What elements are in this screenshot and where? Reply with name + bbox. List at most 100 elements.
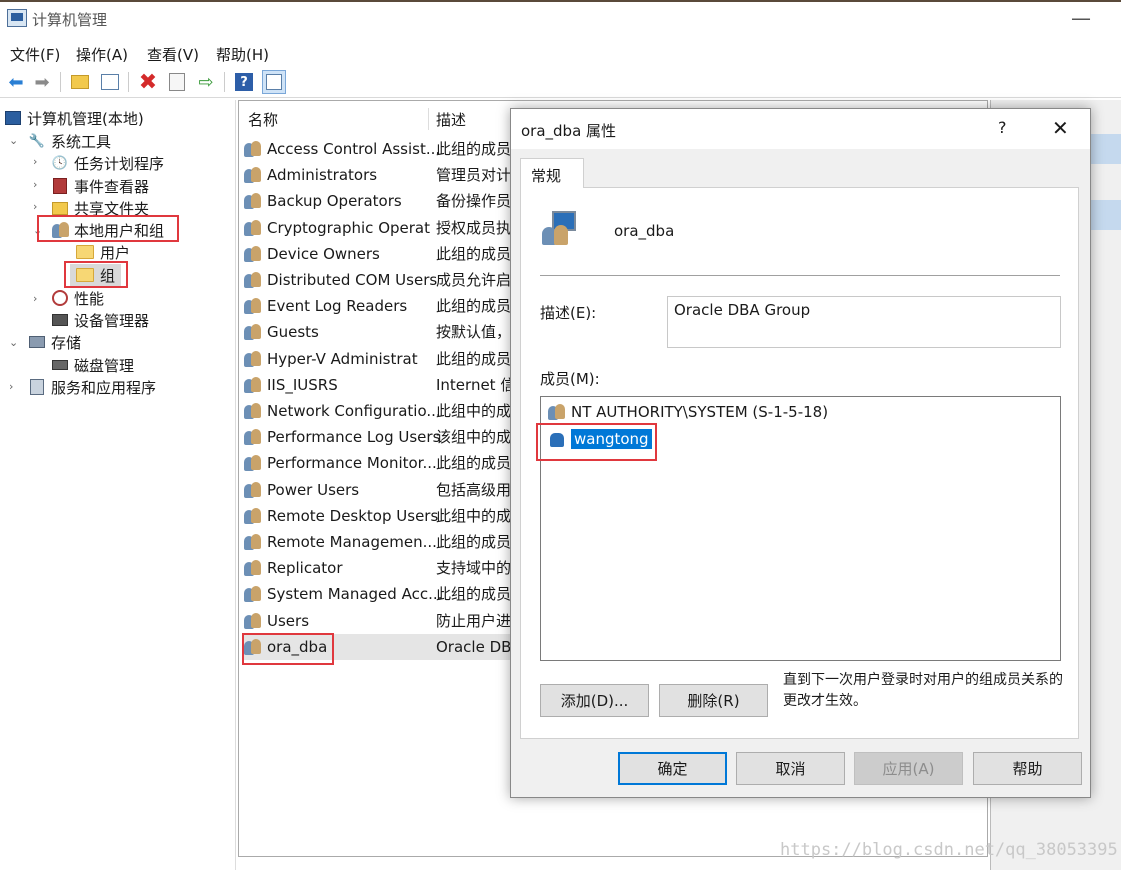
tree-item-disk-management[interactable]: 磁盘管理 — [51, 354, 134, 376]
computer-management-icon — [7, 9, 27, 27]
toolbar: ⬅ ➡ ✖ ⇨ ? — [0, 66, 1121, 98]
device-manager-icon — [51, 311, 69, 329]
group-name-cell: Guests — [267, 323, 319, 342]
description-field[interactable]: Oracle DBA Group — [667, 296, 1061, 348]
help-icon[interactable]: ? — [232, 70, 256, 94]
column-header-name[interactable]: 名称 — [248, 104, 278, 134]
group-name-cell: Replicator — [267, 559, 343, 578]
member-label: NT AUTHORITY\SYSTEM (S-1-5-18) — [571, 403, 829, 421]
chevron-right-icon[interactable]: › — [33, 292, 37, 305]
remove-button[interactable]: 删除(R) — [659, 684, 768, 717]
group-name-cell: Event Log Readers — [267, 297, 408, 316]
tree-label: 任务计划程序 — [74, 154, 165, 173]
group-icon — [243, 349, 263, 369]
group-name-cell: System Managed Acc... — [267, 585, 443, 604]
event-log-icon — [51, 177, 69, 195]
group-desc-cell: 该组中的成 — [436, 428, 510, 447]
dialog-help-button[interactable]: ? — [998, 118, 1007, 137]
group-name-cell: Performance Monitor... — [267, 454, 437, 473]
group-name-cell: Device Owners — [267, 244, 380, 263]
highlight-box — [242, 633, 334, 665]
ok-button[interactable]: 确定 — [618, 752, 727, 785]
tree-item-storage[interactable]: 存储 — [28, 331, 81, 353]
chevron-right-icon[interactable]: › — [9, 380, 13, 393]
watermark: https://blog.csdn.net/qq_38053395 — [780, 840, 1118, 860]
menu-file[interactable]: 文件(F) — [10, 44, 60, 65]
tree-label: 用户 — [100, 243, 131, 262]
up-folder-icon[interactable] — [68, 70, 92, 94]
column-header-desc[interactable]: 描述 — [436, 104, 466, 134]
group-desc-cell: 此组的成员 — [436, 244, 510, 263]
group-name-cell: Cryptographic Operat — [267, 218, 430, 237]
group-name-cell: Access Control Assist... — [267, 140, 441, 158]
group-icon — [243, 611, 263, 631]
menu-bar: 文件(F) 操作(A) 查看(V) 帮助(H) — [0, 38, 1121, 66]
tree-item-performance[interactable]: 性能 — [51, 287, 104, 309]
tree-item-task-scheduler[interactable]: 🕓 任务计划程序 — [51, 152, 164, 174]
group-name-cell: Remote Managemen... — [267, 533, 437, 551]
tree-item-services-apps[interactable]: 服务和应用程序 — [28, 376, 156, 398]
tree-item-device-manager[interactable]: 设备管理器 — [51, 309, 149, 331]
chevron-right-icon[interactable]: › — [33, 200, 37, 213]
tree-item-root[interactable]: 计算机管理(本地) — [4, 107, 144, 129]
group-icon — [243, 165, 263, 185]
tree-item-users[interactable]: 用户 — [76, 241, 130, 263]
group-desc-cell: 此组的成员 — [436, 533, 510, 551]
menu-action[interactable]: 操作(A) — [76, 44, 128, 65]
services-icon — [28, 378, 46, 396]
tree-item-event-viewer[interactable]: 事件查看器 — [51, 175, 149, 197]
tab-general[interactable]: 常规 — [520, 158, 584, 188]
group-name-cell: Hyper-V Administrat — [267, 349, 418, 368]
group-icon — [243, 296, 263, 316]
chevron-right-icon[interactable]: › — [33, 178, 37, 191]
minimize-button[interactable]: — — [1064, 3, 1098, 33]
toolbar-separator — [60, 72, 61, 92]
highlight-box — [536, 423, 657, 461]
export-icon[interactable]: ⇨ — [194, 70, 218, 94]
group-name-cell: Administrators — [267, 166, 378, 185]
group-icon — [243, 480, 263, 500]
dialog-title: ora_dba 属性 — [521, 122, 617, 140]
group-desc-cell: 支持域中的 — [436, 559, 510, 578]
group-icon — [243, 375, 263, 395]
computer-icon — [4, 109, 22, 127]
divider — [540, 275, 1060, 276]
forward-arrow-icon[interactable]: ➡ — [30, 70, 54, 94]
chevron-right-icon[interactable]: › — [33, 155, 37, 168]
group-desc-cell: 此组的成员 — [436, 349, 510, 368]
group-desc-cell: 此组的成员 — [436, 297, 510, 316]
group-desc-cell: 此组的成员 — [436, 140, 510, 158]
menu-view[interactable]: 查看(V) — [147, 44, 199, 65]
group-desc-cell: 此组的成员 — [436, 585, 510, 604]
chevron-down-icon[interactable]: ⌄ — [9, 336, 18, 349]
member-item[interactable]: NT AUTHORITY\SYSTEM (S-1-5-18) — [547, 401, 828, 423]
cancel-button[interactable]: 取消 — [736, 752, 845, 785]
menu-help[interactable]: 帮助(H) — [216, 44, 269, 65]
add-button[interactable]: 添加(D)... — [540, 684, 649, 717]
tools-icon: 🔧 — [28, 133, 46, 149]
dialog-close-button[interactable]: ✕ — [1052, 116, 1069, 140]
column-divider — [428, 108, 429, 130]
tree-label: 存储 — [51, 333, 82, 352]
group-icon — [243, 401, 263, 421]
group-icon — [547, 402, 567, 422]
delete-icon[interactable]: ✖ — [136, 70, 160, 95]
group-desc-cell: Internet 信 — [436, 375, 510, 394]
group-icon — [243, 453, 263, 473]
show-hide-action-icon[interactable] — [262, 70, 286, 94]
show-hide-tree-icon[interactable] — [98, 70, 122, 94]
help-button[interactable]: 帮助 — [973, 752, 1082, 785]
back-arrow-icon[interactable]: ⬅ — [4, 70, 28, 94]
folder-icon — [76, 245, 94, 259]
description-label: 描述(E): — [540, 304, 597, 322]
toolbar-separator — [224, 72, 225, 92]
tree-item-system-tools[interactable]: 🔧 系统工具 — [28, 130, 111, 152]
group-desc-cell: 此组中的成 — [436, 506, 510, 525]
group-desc-cell: 此组中的成 — [436, 402, 510, 420]
chevron-down-icon[interactable]: ⌄ — [9, 134, 18, 147]
apply-button[interactable]: 应用(A) — [854, 752, 963, 785]
properties-icon[interactable] — [165, 70, 189, 94]
members-label: 成员(M): — [540, 370, 600, 388]
group-icon — [243, 427, 263, 447]
group-name: ora_dba — [614, 222, 675, 240]
